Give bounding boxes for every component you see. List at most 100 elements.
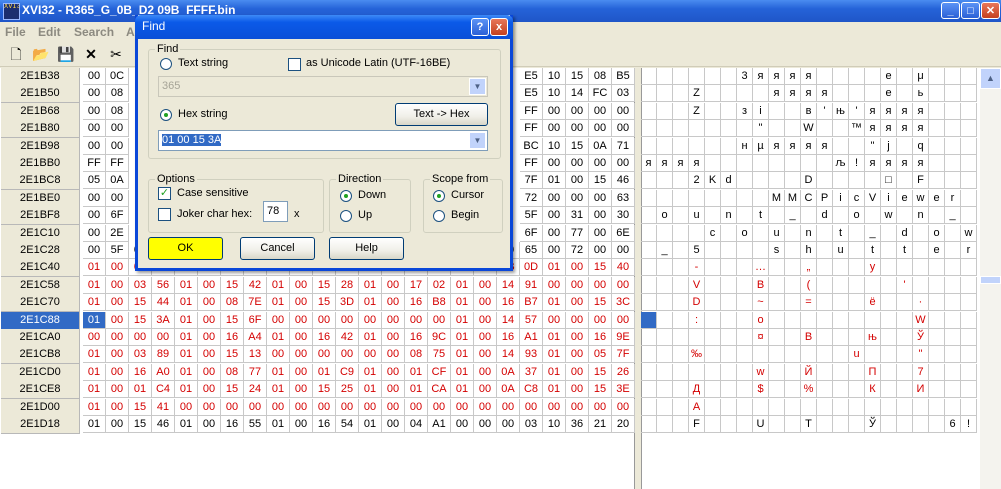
ascii-char-cell[interactable] xyxy=(961,259,977,276)
hex-byte-cell[interactable]: 41 xyxy=(152,399,175,416)
hex-byte-cell[interactable]: 00 xyxy=(313,312,336,329)
hex-byte-cell[interactable]: 03 xyxy=(612,85,635,102)
hex-byte-cell[interactable]: 7F xyxy=(612,346,635,363)
hex-byte-cell[interactable]: 15 xyxy=(589,259,612,276)
hex-byte-cell[interactable]: 00 xyxy=(382,277,405,294)
ascii-char-cell[interactable]: e xyxy=(929,242,945,259)
hex-byte-cell[interactable]: 01 xyxy=(359,381,382,398)
ascii-char-cell[interactable] xyxy=(929,120,945,137)
ascii-char-cell[interactable] xyxy=(705,138,721,155)
ascii-char-cell[interactable] xyxy=(945,225,961,242)
hex-byte-cell[interactable]: 00 xyxy=(382,294,405,311)
ascii-char-cell[interactable]: o xyxy=(657,207,673,224)
ascii-char-cell[interactable] xyxy=(897,207,913,224)
ascii-char-cell[interactable] xyxy=(833,172,849,189)
hex-byte-cell[interactable]: 01 xyxy=(175,416,198,433)
hex-byte-cell[interactable]: 00 xyxy=(612,399,635,416)
ascii-char-cell[interactable] xyxy=(945,381,961,398)
ascii-char-cell[interactable] xyxy=(705,68,721,85)
ascii-char-cell[interactable] xyxy=(817,172,833,189)
ascii-char-cell[interactable] xyxy=(657,120,673,137)
hex-byte-cell[interactable]: 01 xyxy=(359,277,382,294)
hex-byte-cell[interactable]: 01 xyxy=(359,364,382,381)
ascii-char-cell[interactable] xyxy=(753,346,769,363)
hex-byte-cell[interactable]: 00 xyxy=(198,381,221,398)
ascii-char-cell[interactable] xyxy=(705,259,721,276)
menu-file[interactable]: File xyxy=(5,25,26,39)
ascii-char-cell[interactable] xyxy=(705,329,721,346)
ascii-char-cell[interactable] xyxy=(929,312,945,329)
ascii-char-cell[interactable]: Ў xyxy=(913,329,929,346)
text-string-radio[interactable] xyxy=(160,58,172,70)
hex-byte-cell[interactable]: A0 xyxy=(152,364,175,381)
ascii-char-cell[interactable] xyxy=(865,312,881,329)
ascii-char-cell[interactable] xyxy=(817,346,833,363)
scope-begin-radio[interactable] xyxy=(433,210,445,222)
hex-byte-cell[interactable]: 00 xyxy=(474,312,497,329)
ascii-char-cell[interactable]: r xyxy=(945,190,961,207)
chevron-down-icon[interactable]: ▼ xyxy=(469,132,486,149)
ascii-char-cell[interactable] xyxy=(849,399,865,416)
ascii-char-cell[interactable] xyxy=(721,155,737,172)
ascii-char-cell[interactable]: = xyxy=(801,294,817,311)
hex-byte-cell[interactable]: 0C xyxy=(106,68,129,85)
ascii-char-cell[interactable] xyxy=(897,312,913,329)
hex-byte-cell[interactable]: 15 xyxy=(589,172,612,189)
hex-byte-cell[interactable]: 01 xyxy=(543,364,566,381)
ascii-char-cell[interactable] xyxy=(769,172,785,189)
hex-byte-cell[interactable]: 00 xyxy=(313,346,336,363)
hex-byte-cell[interactable]: 00 xyxy=(543,190,566,207)
hex-byte-cell[interactable]: 01 xyxy=(175,312,198,329)
ascii-char-cell[interactable] xyxy=(929,416,945,433)
hex-byte-cell[interactable]: 00 xyxy=(589,242,612,259)
hex-byte-cell[interactable]: 00 xyxy=(83,190,106,207)
hex-byte-cell[interactable]: 00 xyxy=(589,207,612,224)
hex-byte-cell[interactable]: 00 xyxy=(405,312,428,329)
hex-byte-cell[interactable]: 00 xyxy=(474,294,497,311)
ascii-char-cell[interactable] xyxy=(721,120,737,137)
hex-byte-cell[interactable]: 14 xyxy=(497,312,520,329)
hex-byte-cell[interactable]: 08 xyxy=(221,364,244,381)
ascii-char-cell[interactable]: њ xyxy=(833,103,849,120)
hex-byte-cell[interactable]: 14 xyxy=(497,346,520,363)
hex-byte-cell[interactable]: 00 xyxy=(612,155,635,172)
hex-byte-cell[interactable]: 00 xyxy=(336,312,359,329)
ascii-char-cell[interactable] xyxy=(721,329,737,346)
ascii-char-cell[interactable]: я xyxy=(673,155,689,172)
hex-byte-cell[interactable]: 01 xyxy=(175,277,198,294)
hex-byte-cell[interactable]: 00 xyxy=(290,312,313,329)
hex-byte-cell[interactable]: 01 xyxy=(451,294,474,311)
hex-byte-cell[interactable]: 00 xyxy=(612,277,635,294)
hex-byte-cell[interactable]: 72 xyxy=(566,242,589,259)
ascii-char-cell[interactable] xyxy=(897,346,913,363)
hex-byte-cell[interactable]: 00 xyxy=(313,399,336,416)
hex-byte-cell[interactable]: 00 xyxy=(428,312,451,329)
ascii-char-cell[interactable] xyxy=(881,294,897,311)
hex-byte-cell[interactable]: 24 xyxy=(244,381,267,398)
ascii-char-cell[interactable]: я xyxy=(801,68,817,85)
ascii-char-cell[interactable] xyxy=(929,68,945,85)
hex-byte-cell[interactable]: 3E xyxy=(612,381,635,398)
hex-byte-cell[interactable]: E5 xyxy=(520,68,543,85)
ascii-char-cell[interactable] xyxy=(737,85,753,102)
hex-byte-cell[interactable]: 03 xyxy=(129,277,152,294)
ascii-char-cell[interactable] xyxy=(641,103,657,120)
hex-byte-cell[interactable]: 01 xyxy=(83,381,106,398)
save-icon[interactable]: 💾 xyxy=(56,45,76,63)
hex-byte-cell[interactable]: 15 xyxy=(566,68,589,85)
ascii-char-cell[interactable] xyxy=(721,190,737,207)
ascii-char-cell[interactable]: U xyxy=(753,416,769,433)
ascii-char-cell[interactable] xyxy=(705,346,721,363)
hex-byte-cell[interactable]: 01 xyxy=(83,259,106,276)
ascii-char-cell[interactable] xyxy=(945,329,961,346)
ascii-char-cell[interactable]: я xyxy=(897,120,913,137)
ascii-char-cell[interactable] xyxy=(865,277,881,294)
hex-byte-cell[interactable]: 00 xyxy=(566,120,589,137)
ascii-char-cell[interactable]: o xyxy=(929,225,945,242)
hex-byte-cell[interactable]: 01 xyxy=(83,277,106,294)
hex-byte-cell[interactable]: 77 xyxy=(244,364,267,381)
hex-byte-cell[interactable]: 15 xyxy=(129,294,152,311)
hex-byte-cell[interactable]: 5F xyxy=(106,242,129,259)
hex-byte-cell[interactable]: 03 xyxy=(129,346,152,363)
ascii-char-cell[interactable] xyxy=(961,399,977,416)
